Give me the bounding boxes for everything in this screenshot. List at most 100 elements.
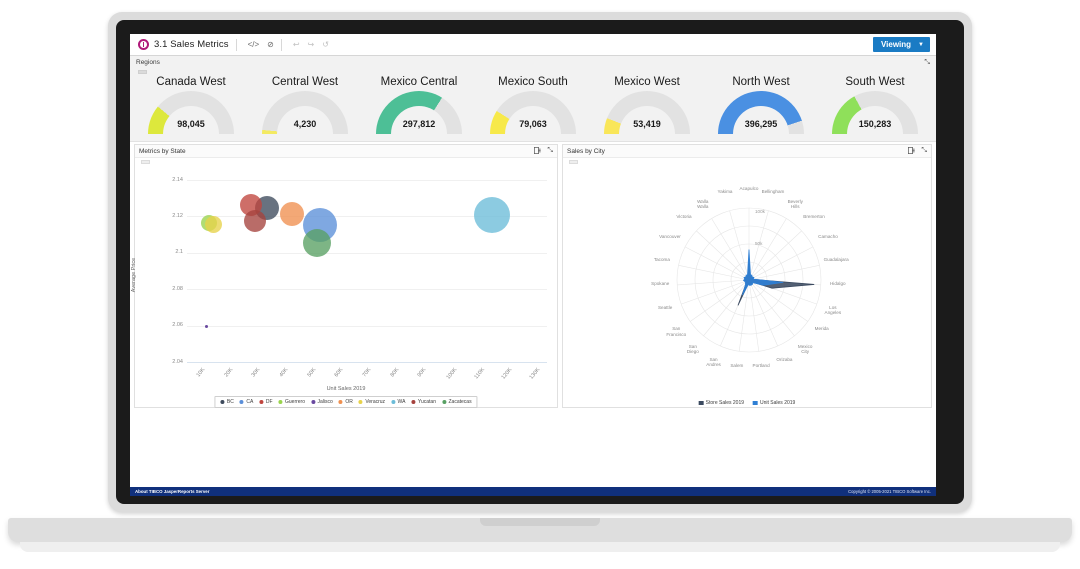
- copyright-text: Copyright © 2005-2021 TIBCO Software Inc…: [848, 489, 931, 494]
- metrics-by-state-card: Metrics by State ⤡ 2.04 2.06 2.08 2.1 2.12 2.…: [131, 144, 558, 408]
- regions-panel: Regions ⤡ Canada West 98,045 Central West 4…: [130, 56, 936, 142]
- scatter-bubble[interactable]: [303, 228, 332, 257]
- radar-series-polygon[interactable]: [741, 249, 784, 296]
- legend-item[interactable]: Guerrero: [278, 399, 306, 405]
- radar-legend: Store Sales 2019 Unit Sales 2019: [698, 400, 795, 406]
- toolbar-icon-group: </> ⊘: [248, 40, 274, 49]
- y-axis-tick-label: 2.1: [175, 249, 183, 256]
- legend-swatch-icon: [753, 400, 758, 406]
- about-link[interactable]: About TIBCO JasperReports Server: [135, 489, 209, 494]
- y-axis-tick-label: 2.14: [172, 176, 183, 183]
- gauge-central-west: Central West 4,230: [248, 76, 362, 137]
- legend-item[interactable]: Zacatecas: [442, 399, 472, 405]
- legend-item[interactable]: Yucatan: [411, 399, 436, 405]
- scatter-bubble[interactable]: [204, 325, 208, 328]
- radar-category-label: Tacoma: [653, 256, 670, 262]
- x-axis-tick-label: 130K: [528, 367, 542, 381]
- radar-category-label: San Andres: [706, 356, 721, 368]
- x-axis-tick-label: 30K: [250, 367, 262, 379]
- scatter-card-title: Metrics by State: [139, 147, 186, 155]
- legend-item[interactable]: Veracruz: [358, 399, 386, 405]
- legend-label: Jalisco: [317, 399, 333, 405]
- expand-icon[interactable]: ⤡: [921, 147, 927, 155]
- laptop-mockup: 3.1 Sales Metrics </> ⊘ ↩ ↪ ↺ Viewing ▼: [0, 0, 1080, 569]
- legend-item[interactable]: Store Sales 2019: [698, 400, 745, 406]
- page-title: 3.1 Sales Metrics: [154, 39, 229, 50]
- code-icon[interactable]: </>: [248, 40, 260, 49]
- legend-item[interactable]: CA: [239, 399, 254, 405]
- legend-item[interactable]: Unit Sales 2019: [753, 400, 795, 406]
- y-axis-tick-label: 2.08: [172, 285, 183, 292]
- gauge-south-west: South West 150,283: [818, 76, 932, 137]
- x-axis-tick-label: 110K: [473, 367, 486, 381]
- y-axis-tick-label: 2.12: [172, 212, 183, 219]
- gauge-list: Canada West 98,045 Central West 4,230 Mexico…: [130, 74, 936, 144]
- radar-category-label: Guadalajara: [823, 256, 849, 262]
- radar-category-label: San Diego: [686, 344, 699, 355]
- legend-label: CA: [246, 399, 254, 405]
- gauge-value: 98,045: [177, 119, 205, 129]
- radar-category-label: Camacho: [818, 234, 838, 240]
- gauge-mexico-south: Mexico South 79,063: [476, 76, 590, 137]
- jasper-logo-icon: [138, 39, 149, 50]
- radar-card-bar: Sales by City ⤡: [563, 145, 931, 158]
- export-icon[interactable]: [534, 146, 542, 156]
- app-toolbar: 3.1 Sales Metrics </> ⊘ ↩ ↪ ↺ Viewing ▼: [130, 34, 936, 56]
- export-icon[interactable]: [908, 146, 916, 156]
- gridline: [187, 289, 547, 291]
- regions-panel-icons: ⤡: [924, 59, 930, 67]
- legend-label: Store Sales 2019: [705, 400, 745, 406]
- gauge-dial: 297,812: [376, 91, 462, 137]
- legend-item[interactable]: OR: [338, 399, 353, 405]
- expand-icon[interactable]: ⤡: [547, 147, 553, 155]
- gauge-dial: 150,283: [832, 91, 918, 137]
- legend-label: WA: [397, 399, 406, 405]
- legend-swatch-icon: [358, 400, 363, 404]
- laptop-foot: [20, 542, 1060, 552]
- x-axis-tick-label: 120K: [501, 367, 514, 381]
- scatter-bubble[interactable]: [243, 209, 266, 232]
- gauge-dial: 98,045: [148, 91, 234, 137]
- timer-icon[interactable]: ⊘: [267, 40, 274, 49]
- gauge-title: South West: [845, 76, 905, 88]
- undo-icon[interactable]: ↩: [293, 40, 300, 49]
- x-axis-title: Unit Sales 2019: [326, 386, 366, 392]
- scatter-card-icons: ⤡: [534, 146, 553, 156]
- legend-label: BC: [226, 399, 234, 405]
- legend-item[interactable]: Jalisco: [311, 399, 333, 405]
- chevron-down-icon: ▼: [918, 41, 924, 48]
- app-footer: About TIBCO JasperReports Server Copyrig…: [130, 487, 936, 496]
- toolbar-divider-2: [280, 38, 282, 51]
- legend-label: Veracruz: [365, 399, 386, 405]
- gauge-value: 79,063: [519, 119, 547, 129]
- scatter-bubble[interactable]: [473, 197, 510, 234]
- legend-item[interactable]: BC: [220, 399, 234, 405]
- gauge-canada-west: Canada West 98,045: [134, 76, 248, 137]
- radar-category-label: Orizaba: [776, 356, 793, 362]
- legend-item[interactable]: WA: [391, 399, 405, 405]
- x-axis-tick-label: 60K: [333, 367, 345, 379]
- gauge-title: Mexico West: [614, 76, 680, 88]
- legend-label: Guerrero: [285, 399, 306, 405]
- radar-category-label: Seattle: [657, 304, 673, 310]
- redo-icon[interactable]: ↪: [308, 40, 315, 49]
- viewing-label: Viewing: [880, 40, 912, 49]
- radar-category-label: San Francisco: [666, 326, 687, 337]
- expand-icon[interactable]: ⤡: [924, 59, 930, 67]
- refresh-icon[interactable]: ↺: [322, 40, 329, 49]
- scatter-bubble[interactable]: [204, 216, 222, 234]
- gauge-mexico-central: Mexico Central 297,812: [362, 76, 476, 137]
- radar-category-label: Bellingham: [761, 189, 785, 195]
- legend-item[interactable]: DF: [259, 399, 273, 405]
- scatter-bubble[interactable]: [280, 201, 305, 226]
- radar-category-label: Vancouver: [659, 234, 681, 240]
- app-screen: 3.1 Sales Metrics </> ⊘ ↩ ↪ ↺ Viewing ▼: [130, 34, 936, 496]
- legend-label: Zacatecas: [448, 399, 472, 405]
- scatter-legend: BC CA DF Guerrero Jalisco OR Veracruz WA Yucatan…: [214, 396, 478, 408]
- radar-category-label: Walla Walla: [697, 198, 709, 210]
- radar-plot-area: 50k 100k Acapulco Bellingham Beverly Hills Br…: [563, 164, 931, 412]
- viewing-mode-button[interactable]: Viewing ▼: [872, 37, 930, 52]
- legend-swatch-icon: [442, 400, 446, 404]
- radar-category-label: Merida: [814, 326, 829, 332]
- legend-label: Unit Sales 2019: [760, 400, 796, 406]
